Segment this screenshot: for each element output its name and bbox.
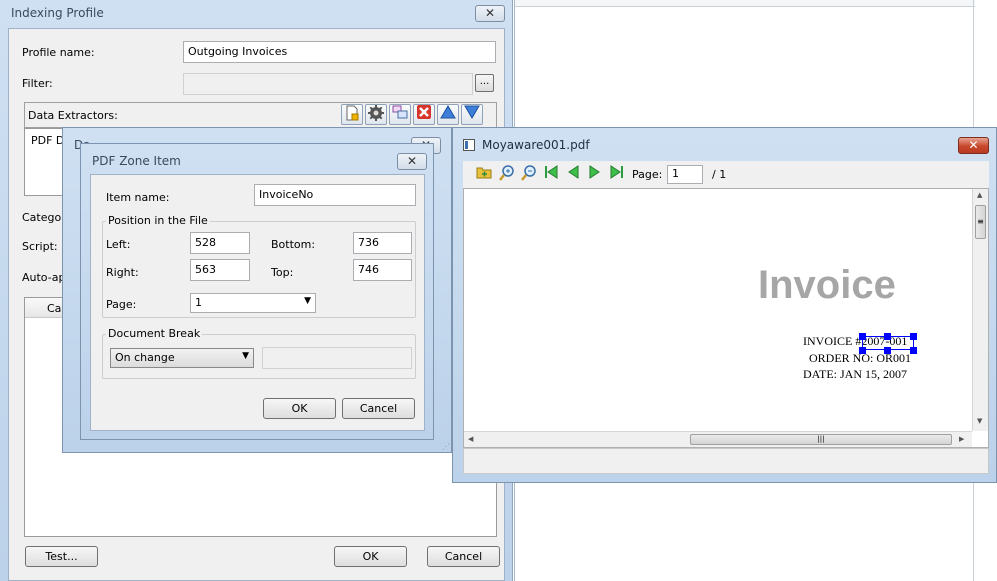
resize-grip-icon[interactable]: ⋰ xyxy=(442,442,450,451)
chevron-down-icon: ▼ xyxy=(304,296,311,306)
last-page-icon[interactable] xyxy=(608,165,626,183)
close-icon: ✕ xyxy=(406,154,418,168)
document-view[interactable]: Invoice INVOICE #2007-001 ORDER NO: OR00… xyxy=(463,188,989,448)
filter-label: Filter: xyxy=(22,77,53,90)
copy-icon[interactable] xyxy=(389,104,411,125)
zoom-out-icon[interactable] xyxy=(520,165,538,183)
horizontal-scrollbar[interactable]: ◀ ||| ▶ xyxy=(464,431,972,447)
viewer-status-bar xyxy=(463,448,989,474)
vertical-scrollbar[interactable]: ▲ ≡ ▼ xyxy=(972,189,988,431)
document-icon xyxy=(463,139,475,151)
left-label: Left: xyxy=(106,238,131,251)
zone-dialog-title: PDF Zone Item xyxy=(92,154,181,168)
new-extractor-icon[interactable] xyxy=(341,104,363,125)
item-name-input[interactable]: InvoiceNo xyxy=(254,184,416,206)
resize-handle[interactable] xyxy=(859,333,866,340)
move-down-icon[interactable] xyxy=(461,104,483,125)
scroll-left-icon[interactable]: ◀ xyxy=(468,435,473,443)
resize-handle[interactable] xyxy=(884,347,891,354)
page-label: Page: xyxy=(632,168,663,181)
horizontal-scroll-thumb[interactable]: ||| xyxy=(690,434,952,445)
zoom-in-icon[interactable] xyxy=(498,165,516,183)
profile-name-input[interactable]: Outgoing Invoices xyxy=(183,41,496,63)
cancel-button[interactable]: Cancel xyxy=(427,546,500,567)
resize-handle[interactable] xyxy=(859,347,866,354)
delete-icon[interactable] xyxy=(413,104,435,125)
table-column-header[interactable]: Ca xyxy=(47,302,61,315)
vertical-scroll-thumb[interactable]: ≡ xyxy=(975,205,986,239)
category-label: Categor xyxy=(22,211,66,224)
chevron-down-icon: ▼ xyxy=(242,351,249,361)
script-label: Script: xyxy=(22,240,58,253)
test-button[interactable]: Test... xyxy=(25,546,98,567)
date-line: DATE: JAN 15, 2007 xyxy=(803,367,907,381)
filter-browse-button[interactable]: ... xyxy=(475,74,494,92)
document-break-select[interactable]: On change ▼ xyxy=(110,348,254,368)
open-folder-icon[interactable] xyxy=(475,165,493,183)
zone-client-area: Item name: InvoiceNo Position in the Fil… xyxy=(90,174,425,431)
bottom-input[interactable]: 736 xyxy=(353,232,412,254)
position-group-label: Position in the File xyxy=(106,214,210,227)
resize-handle[interactable] xyxy=(910,333,917,340)
right-label: Right: xyxy=(106,266,139,279)
previous-page-icon[interactable] xyxy=(564,165,582,183)
scroll-down-icon[interactable]: ▼ xyxy=(977,417,982,425)
first-page-icon[interactable] xyxy=(542,165,560,183)
document-break-label: Document Break xyxy=(106,327,203,340)
left-input[interactable]: 528 xyxy=(190,232,250,254)
zone-close-button[interactable]: ✕ xyxy=(397,153,427,170)
page-label: Page: xyxy=(106,298,137,311)
next-page-icon[interactable] xyxy=(586,165,604,183)
top-input[interactable]: 746 xyxy=(353,259,412,281)
filter-input[interactable] xyxy=(183,73,473,95)
pdf-zone-item-dialog: PDF Zone Item ✕ Item name: InvoiceNo Pos… xyxy=(80,143,434,440)
resize-handle[interactable] xyxy=(884,333,891,340)
data-extractors-header: Data Extractors: xyxy=(24,102,497,128)
ok-button[interactable]: OK xyxy=(334,546,407,567)
page-select[interactable]: 1 ▼ xyxy=(190,293,316,313)
viewer-toolbar: Page: 1 / 1 xyxy=(463,161,989,188)
viewer-title: Moyaware001.pdf xyxy=(482,138,590,152)
close-icon: ✕ xyxy=(968,138,979,152)
right-input[interactable]: 563 xyxy=(190,259,250,281)
window-title: Indexing Profile xyxy=(11,6,104,20)
close-button[interactable]: ✕ xyxy=(475,5,505,22)
settings-gear-icon[interactable] xyxy=(365,104,387,125)
page-total: / 1 xyxy=(712,168,727,181)
pdf-viewer-window: Moyaware001.pdf ✕ Page: 1 / 1 Invoice IN xyxy=(452,127,997,483)
page-select-value: 1 xyxy=(195,296,202,309)
document-break-value: On change xyxy=(115,351,175,364)
auto-apply-label: Auto-ap xyxy=(22,271,66,284)
resize-handle[interactable] xyxy=(910,347,917,354)
zone-ok-button[interactable]: OK xyxy=(263,398,336,419)
background-toolbar-strip xyxy=(515,0,975,7)
zone-cancel-button[interactable]: Cancel xyxy=(342,398,415,419)
viewer-close-button[interactable]: ✕ xyxy=(958,137,989,154)
invoice-heading: Invoice xyxy=(758,263,896,307)
bottom-label: Bottom: xyxy=(271,238,316,251)
document-break-field[interactable] xyxy=(262,347,412,369)
profile-name-label: Profile name: xyxy=(22,46,95,59)
scroll-up-icon[interactable]: ▲ xyxy=(977,191,982,199)
close-icon: ✕ xyxy=(484,6,496,20)
item-name-label: Item name: xyxy=(106,191,170,204)
data-extractors-label: Data Extractors: xyxy=(28,109,118,122)
page-number-input[interactable]: 1 xyxy=(667,165,703,184)
top-label: Top: xyxy=(271,266,294,279)
scroll-right-icon[interactable]: ▶ xyxy=(959,435,964,443)
move-up-icon[interactable] xyxy=(437,104,459,125)
